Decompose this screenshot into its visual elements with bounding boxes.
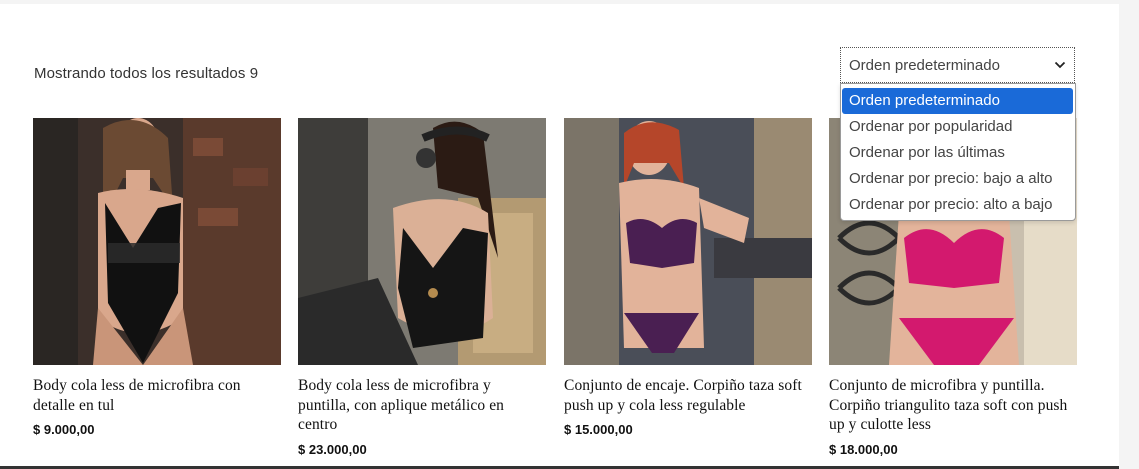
product-price: $ 15.000,00 (564, 422, 633, 437)
product-price: $ 9.000,00 (33, 422, 95, 437)
product-card[interactable]: Conjunto de encaje. Corpiño taza soft pu… (564, 118, 812, 437)
shop-page: Mostrando todos los resultados 9 Body co… (0, 4, 1119, 469)
product-card[interactable]: Body cola less de microfibra y puntilla,… (298, 118, 546, 457)
product-image[interactable] (564, 118, 812, 365)
orderby-option-price-asc[interactable]: Ordenar por precio: bajo a alto (841, 166, 1075, 192)
product-title[interactable]: Conjunto de encaje. Corpiño taza soft pu… (564, 376, 812, 415)
chevron-down-icon (1054, 61, 1066, 69)
product-title[interactable]: Conjunto de microfibra y puntilla. Corpi… (829, 376, 1077, 435)
product-card[interactable]: Body cola less de microfibra con detalle… (33, 118, 281, 437)
product-image[interactable] (33, 118, 281, 365)
orderby-option-popularity[interactable]: Ordenar por popularidad (841, 114, 1075, 140)
product-title[interactable]: Body cola less de microfibra y puntilla,… (298, 376, 546, 435)
product-image[interactable] (298, 118, 546, 365)
product-price: $ 18.000,00 (829, 441, 898, 457)
orderby-option-price-desc[interactable]: Ordenar por precio: alto a bajo (841, 192, 1075, 218)
orderby-dropdown-list: Orden predeterminado Ordenar por popular… (840, 83, 1076, 221)
orderby-selected-value: Orden predeterminado (849, 57, 1000, 74)
orderby-select[interactable]: Orden predeterminado (840, 47, 1075, 83)
product-price: $ 23.000,00 (298, 441, 367, 457)
orderby-option-latest[interactable]: Ordenar por las últimas (841, 140, 1075, 166)
product-title[interactable]: Body cola less de microfibra con detalle… (33, 376, 281, 415)
result-count: Mostrando todos los resultados 9 (34, 65, 259, 82)
orderby-option-default[interactable]: Orden predeterminado (842, 88, 1073, 114)
